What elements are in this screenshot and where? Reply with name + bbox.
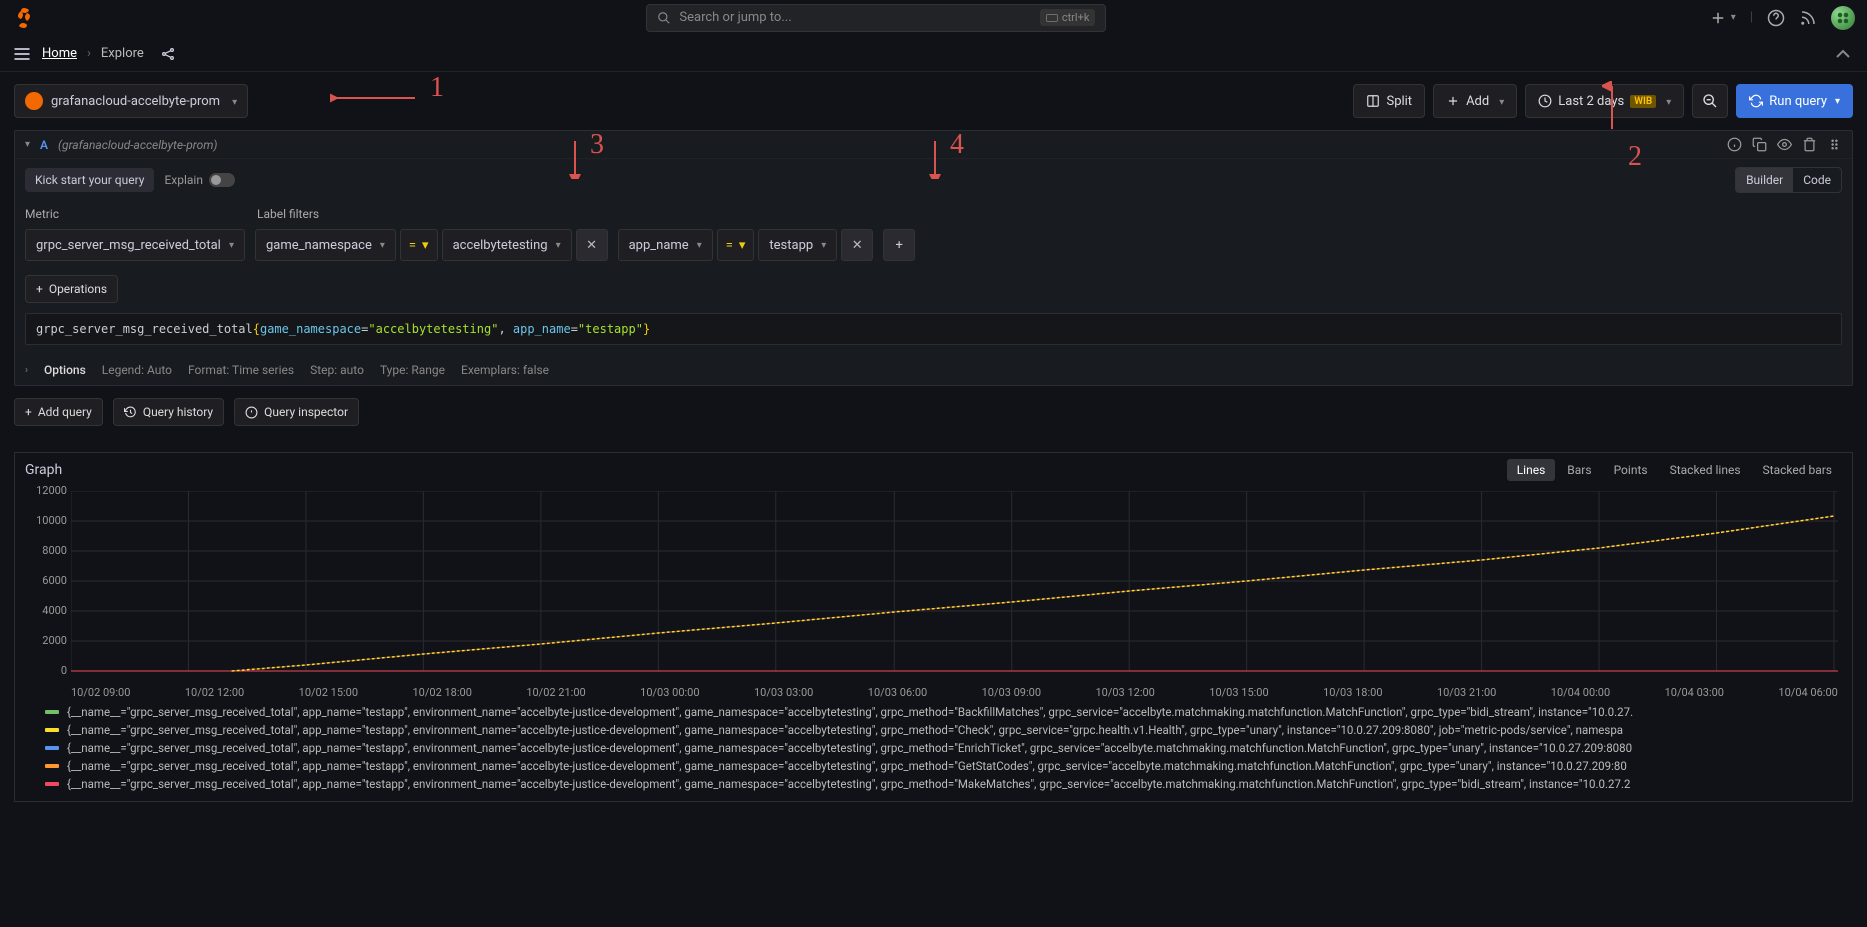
- query-panel: 2 ▾ A (grafanacloud-accelbyte-prom) Kick…: [14, 130, 1853, 386]
- legend-item[interactable]: {__name__="grpc_server_msg_received_tota…: [45, 739, 1838, 757]
- legend-item[interactable]: {__name__="grpc_server_msg_received_tota…: [45, 757, 1838, 775]
- filter-val-1[interactable]: testapp▾: [758, 229, 837, 261]
- code-tab[interactable]: Code: [1793, 168, 1841, 192]
- mode-stacked-bars[interactable]: Stacked bars: [1753, 459, 1842, 481]
- info-icon[interactable]: [1727, 137, 1742, 152]
- metric-header: Metric: [25, 207, 257, 221]
- eye-icon[interactable]: [1777, 137, 1792, 152]
- query-action-buttons: + Add query Query history Query inspecto…: [0, 386, 1867, 438]
- annotation-1: 1: [430, 72, 444, 104]
- crumb-separator: ›: [87, 46, 91, 61]
- legend-item[interactable]: {__name__="grpc_server_msg_received_tota…: [45, 775, 1838, 793]
- plus-icon[interactable]: [1709, 9, 1727, 27]
- global-search[interactable]: Search or jump to... ctrl+k: [646, 4, 1106, 32]
- search-kbd: ctrl+k: [1040, 9, 1096, 26]
- mode-bars[interactable]: Bars: [1557, 459, 1601, 481]
- add-operation-button[interactable]: + Operations: [25, 275, 118, 303]
- breadcrumb-bar: Home › Explore: [0, 36, 1867, 72]
- filter-val-0[interactable]: accelbytetesting▾: [442, 229, 572, 261]
- opt-step: Step: auto: [310, 363, 364, 377]
- legend-item[interactable]: {__name__="grpc_server_msg_received_tota…: [45, 703, 1838, 721]
- filters-header: Label filters: [257, 207, 319, 221]
- filter-remove-0[interactable]: ✕: [576, 229, 608, 261]
- zoom-out-button[interactable]: [1692, 84, 1728, 118]
- query-inspector-button[interactable]: Query inspector: [234, 398, 359, 426]
- chart-canvas[interactable]: 12000 10000 8000 6000 4000 2000 0: [15, 487, 1852, 682]
- graph-panel: Graph Lines Bars Points Stacked lines St…: [14, 452, 1853, 802]
- explore-toolbar: grafanacloud-accelbyte-prom 1 Split Add …: [0, 72, 1867, 130]
- collapse-icon[interactable]: [1831, 42, 1855, 66]
- trash-icon[interactable]: [1802, 137, 1817, 152]
- prom-logo-icon: [25, 92, 43, 110]
- mode-stacked-lines[interactable]: Stacked lines: [1660, 459, 1751, 481]
- search-placeholder: Search or jump to...: [679, 10, 791, 25]
- drag-icon[interactable]: [1827, 137, 1842, 152]
- help-icon[interactable]: [1767, 9, 1785, 27]
- filter-op-0[interactable]: =▾: [400, 229, 438, 261]
- options-row[interactable]: › Options Legend: Auto Format: Time seri…: [15, 355, 1852, 385]
- rss-icon[interactable]: [1799, 9, 1817, 27]
- query-preview: grpc_server_msg_received_total{game_name…: [25, 313, 1842, 345]
- topbar: Search or jump to... ctrl+k ▾ |: [0, 0, 1867, 36]
- builder-tab[interactable]: Builder: [1736, 168, 1793, 192]
- legend: {__name__="grpc_server_msg_received_tota…: [15, 701, 1852, 801]
- opt-exemplars: Exemplars: false: [461, 363, 549, 377]
- query-history-button[interactable]: Query history: [113, 398, 224, 426]
- graph-title: Graph: [25, 462, 62, 478]
- grafana-logo: [12, 6, 36, 30]
- graph-mode-switch[interactable]: Lines Bars Points Stacked lines Stacked …: [1507, 459, 1842, 481]
- legend-item[interactable]: {__name__="grpc_server_msg_received_tota…: [45, 721, 1838, 739]
- annotation-arrow-4: [925, 139, 945, 179]
- search-icon: [657, 11, 671, 25]
- run-query-button[interactable]: Run query▾: [1736, 84, 1853, 118]
- crumb-home[interactable]: Home: [42, 46, 77, 61]
- opt-legend: Legend: Auto: [102, 363, 172, 377]
- opt-format: Format: Time series: [188, 363, 294, 377]
- split-button[interactable]: Split: [1353, 84, 1425, 118]
- metric-select[interactable]: grpc_server_msg_received_total▾: [25, 229, 245, 261]
- filter-key-1[interactable]: app_name▾: [618, 229, 713, 261]
- copy-icon[interactable]: [1752, 137, 1767, 152]
- annotation-arrow-2: [1602, 81, 1622, 131]
- add-filter-button[interactable]: +: [883, 229, 915, 261]
- labels-section: Metric Label filters grpc_server_msg_rec…: [15, 201, 1852, 275]
- chevron-down-icon[interactable]: ▾: [25, 139, 30, 150]
- share-icon[interactable]: [160, 46, 176, 62]
- filter-key-0[interactable]: game_namespace▾: [255, 229, 396, 261]
- operations-section: + Operations: [25, 275, 1842, 303]
- opt-type: Type: Range: [380, 363, 445, 377]
- kick-start-button[interactable]: Kick start your query: [25, 168, 154, 192]
- datasource-name: grafanacloud-accelbyte-prom: [51, 94, 220, 109]
- options-label: Options: [44, 363, 86, 377]
- annotation-arrow-3: [565, 139, 585, 179]
- builder-code-toggle[interactable]: Builder Code: [1735, 167, 1842, 193]
- filter-remove-1[interactable]: ✕: [841, 229, 873, 261]
- chart-svg: [71, 491, 1838, 681]
- query-ds-label: (grafanacloud-accelbyte-prom): [58, 138, 217, 152]
- annotation-arrow-1: [330, 88, 420, 108]
- crumb-current: Explore: [101, 46, 144, 61]
- avatar[interactable]: [1831, 6, 1855, 30]
- mode-lines[interactable]: Lines: [1507, 459, 1556, 481]
- explain-toggle[interactable]: Explain: [164, 173, 235, 187]
- top-right-icons: ▾ |: [1709, 6, 1855, 30]
- query-controls-row: Kick start your query Explain 3 4 Builde…: [15, 159, 1852, 201]
- datasource-picker[interactable]: grafanacloud-accelbyte-prom: [14, 84, 248, 118]
- mode-points[interactable]: Points: [1604, 459, 1658, 481]
- add-button[interactable]: Add: [1433, 84, 1517, 118]
- add-query-button[interactable]: + Add query: [14, 398, 103, 426]
- menu-icon[interactable]: [12, 44, 32, 64]
- query-ref: A: [40, 138, 48, 152]
- filter-op-1[interactable]: =▾: [717, 229, 755, 261]
